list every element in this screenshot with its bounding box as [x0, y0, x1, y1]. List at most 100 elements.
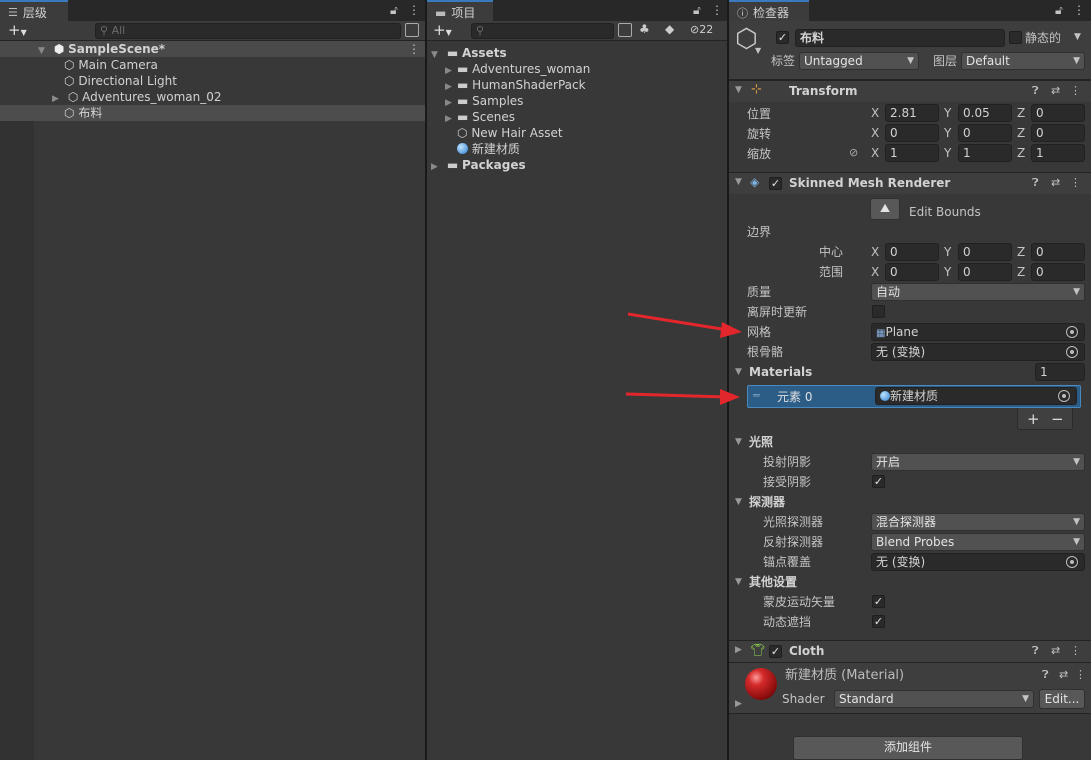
inspector-tab[interactable]: ⓘ 检查器 [729, 0, 809, 21]
extent-z-field[interactable]: 0 [1031, 263, 1085, 281]
foldout-icon[interactable]: ▼ [735, 177, 742, 187]
scene-item[interactable]: ▼ ⬢ SampleScene* [38, 41, 165, 57]
scale-y-field[interactable]: 1 [958, 144, 1012, 162]
presets-icon[interactable]: ⇄ [1051, 644, 1060, 657]
help-icon[interactable]: ❓︎ [1042, 668, 1049, 682]
lock-icon[interactable]: 🔓︎ [390, 3, 398, 18]
hidden-packages-icon[interactable]: ⊘22 [690, 23, 713, 36]
center-x-field[interactable]: 0 [885, 243, 939, 261]
component-menu-icon[interactable]: ⋮ [1070, 84, 1081, 97]
help-icon[interactable]: ❓︎ [1032, 176, 1039, 190]
position-x-field[interactable]: 2.81 [885, 104, 939, 122]
tag-dropdown[interactable]: Untagged ▼ [799, 52, 919, 70]
skinned-motion-checkbox[interactable]: ✓ [872, 595, 885, 608]
project-folder[interactable]: ▶ ▬ Samples [445, 93, 523, 109]
lighting-foldout-icon[interactable]: ▼ [735, 437, 742, 447]
rotation-x-field[interactable]: 0 [885, 124, 939, 142]
element-material-field[interactable]: 新建材质 [875, 387, 1077, 405]
other-settings-foldout-icon[interactable]: ▼ [735, 577, 742, 587]
anchor-override-field[interactable]: 无 (变换) [871, 553, 1085, 571]
shader-edit-button[interactable]: Edit... [1039, 689, 1085, 709]
more-menu-icon[interactable]: ⋮ [408, 3, 420, 17]
object-name-field[interactable]: 布料 [795, 29, 1005, 47]
hierarchy-item[interactable]: ⬡ Directional Light [64, 73, 177, 89]
component-menu-icon[interactable]: ⋮ [1070, 644, 1081, 657]
rotation-z-field[interactable]: 0 [1031, 124, 1085, 142]
transform-header[interactable]: ▼ ⊹ Transform ❓︎ ⇄ ⋮ [729, 80, 1091, 102]
packages-folder[interactable]: ▶ ▬ Packages [431, 157, 526, 173]
center-z-field[interactable]: 0 [1031, 243, 1085, 261]
hierarchy-tab[interactable]: ☰ 层级 [0, 0, 68, 21]
scene-search-icon[interactable] [405, 23, 419, 37]
help-icon[interactable]: ❓︎ [1032, 84, 1039, 98]
smr-enabled-checkbox[interactable]: ✓ [769, 177, 782, 190]
expand-down-icon[interactable]: ▼ [431, 47, 443, 63]
presets-icon[interactable]: ⇄ [1051, 176, 1060, 189]
static-dropdown-icon[interactable]: ▼ [1074, 32, 1081, 42]
rotation-y-field[interactable]: 0 [958, 124, 1012, 142]
component-menu-icon[interactable]: ⋮ [1075, 668, 1086, 681]
cast-shadows-dropdown[interactable]: 开启 ▼ [871, 453, 1085, 471]
presets-icon[interactable]: ⇄ [1051, 84, 1060, 97]
cloth-enabled-checkbox[interactable]: ✓ [769, 645, 782, 658]
active-checkbox[interactable]: ✓ [776, 31, 789, 44]
presets-icon[interactable]: ⇄ [1059, 668, 1068, 681]
icon-dropdown-icon[interactable]: ▼ [755, 46, 761, 55]
add-component-button[interactable]: 添加组件 [793, 736, 1023, 760]
materials-foldout-icon[interactable]: ▼ [735, 367, 742, 377]
hierarchy-item-selected[interactable]: ⬡ 布料 [64, 105, 102, 121]
dynamic-occlusion-checkbox[interactable]: ✓ [872, 615, 885, 628]
remove-element-button[interactable]: − [1051, 410, 1064, 428]
assets-folder[interactable]: ▼ ▬ Assets [431, 45, 507, 61]
scene-menu-icon[interactable]: ⋮ [408, 41, 420, 57]
filter-type-icon[interactable]: ♣ [639, 22, 650, 36]
expand-down-icon[interactable]: ▼ [38, 43, 50, 59]
object-picker-icon[interactable] [1066, 326, 1078, 338]
project-folder[interactable]: ▶ ▬ Scenes [445, 109, 515, 125]
lock-icon[interactable]: 🔓︎ [1055, 3, 1063, 18]
offscreen-checkbox[interactable] [872, 305, 885, 318]
project-file[interactable]: ⬡ New Hair Asset [457, 125, 563, 141]
project-file[interactable]: 新建材质 [457, 141, 520, 157]
more-menu-icon[interactable]: ⋮ [1073, 3, 1085, 17]
position-y-field[interactable]: 0.05 [958, 104, 1012, 122]
lock-icon[interactable]: 🔓︎ [693, 3, 701, 18]
hierarchy-item[interactable]: ▶ ⬡ Adventures_woman_02 [52, 89, 222, 105]
drag-handle-icon[interactable]: ═ [753, 389, 760, 402]
edit-bounds-button[interactable]: ⛰︎ [870, 198, 900, 220]
create-button[interactable]: +▼ [433, 21, 452, 42]
more-menu-icon[interactable]: ⋮ [711, 3, 723, 17]
object-picker-icon[interactable] [1066, 346, 1078, 358]
project-folder[interactable]: ▶ ▬ Adventures_woman [445, 61, 590, 77]
quality-dropdown[interactable]: 自动 ▼ [871, 283, 1085, 301]
help-icon[interactable]: ❓︎ [1032, 644, 1039, 658]
project-tab[interactable]: ▬ 项目 [427, 0, 493, 21]
object-picker-icon[interactable] [1058, 390, 1070, 402]
rootbone-field[interactable]: 无 (变换) [871, 343, 1085, 361]
filter-label-icon[interactable]: ◆ [665, 22, 674, 36]
search-by-type-icon[interactable] [618, 23, 632, 37]
probes-foldout-icon[interactable]: ▼ [735, 497, 742, 507]
center-y-field[interactable]: 0 [958, 243, 1012, 261]
extent-x-field[interactable]: 0 [885, 263, 939, 281]
smr-header[interactable]: ▼ ◈ ✓ Skinned Mesh Renderer ❓︎ ⇄ ⋮ [729, 172, 1091, 194]
object-picker-icon[interactable] [1066, 556, 1078, 568]
extent-y-field[interactable]: 0 [958, 263, 1012, 281]
add-element-button[interactable]: + [1027, 410, 1040, 428]
shader-dropdown[interactable]: Standard ▼ [834, 690, 1034, 708]
layer-dropdown[interactable]: Default ▼ [961, 52, 1085, 70]
material-foldout-icon[interactable]: ▶ [735, 699, 742, 709]
hierarchy-item[interactable]: ⬡ Main Camera [64, 57, 158, 73]
scale-x-field[interactable]: 1 [885, 144, 939, 162]
constrain-proportions-icon[interactable]: ⊘ [849, 146, 858, 159]
hierarchy-search-input[interactable]: ⚲ All [95, 23, 401, 39]
cloth-header[interactable]: ▶ 👕︎ ✓ Cloth ❓︎ ⇄ ⋮ [729, 640, 1091, 662]
expand-right-icon[interactable]: ▶ [445, 111, 457, 127]
create-button[interactable]: +▼ [8, 21, 27, 42]
expand-right-icon[interactable]: ▶ [431, 159, 443, 175]
receive-shadows-checkbox[interactable]: ✓ [872, 475, 885, 488]
foldout-icon[interactable]: ▶ [735, 645, 742, 655]
project-folder[interactable]: ▶ ▬ HumanShaderPack [445, 77, 586, 93]
light-probes-dropdown[interactable]: 混合探测器 ▼ [871, 513, 1085, 531]
position-z-field[interactable]: 0 [1031, 104, 1085, 122]
